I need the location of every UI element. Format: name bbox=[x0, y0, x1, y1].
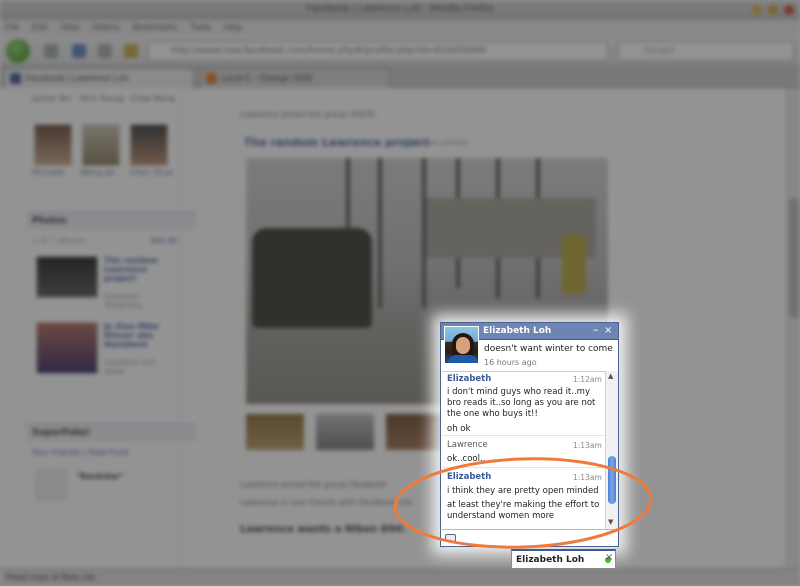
avatar-shirt bbox=[448, 355, 478, 363]
status-timestamp: 16 hours ago bbox=[484, 358, 537, 367]
message-line: understand women more bbox=[447, 511, 555, 521]
chat-message-list[interactable]: Elizabeth 1:12am i don't mind guys who r… bbox=[442, 371, 605, 529]
message-group: Elizabeth 1:13am i think they are pretty… bbox=[442, 470, 605, 529]
message-line: ok..cool.. bbox=[447, 454, 486, 464]
close-chat-button[interactable]: × bbox=[604, 325, 612, 337]
scroll-down-icon[interactable]: ▼ bbox=[608, 518, 613, 526]
message-time: 1:13am bbox=[573, 441, 602, 450]
message-line: bro reads it..so long as you are not bbox=[447, 398, 596, 408]
chat-contact-name[interactable]: Elizabeth Loh bbox=[483, 326, 551, 336]
message-time: 1:12am bbox=[573, 375, 602, 384]
screenshot: Facebook | Lawrence Loh - Mozilla Firefo… bbox=[0, 0, 800, 586]
avatar-face bbox=[456, 337, 470, 354]
message-line: oh ok bbox=[447, 424, 471, 434]
chat-bubble-icon bbox=[445, 534, 456, 542]
chat-tab-label: Elizabeth Loh bbox=[516, 555, 585, 565]
message-line: the one who buys it!! bbox=[447, 409, 538, 419]
message-sender: Lawrence bbox=[447, 440, 488, 450]
dim-overlay bbox=[0, 0, 800, 586]
message-group: Lawrence 1:13am ok..cool.. bbox=[442, 438, 605, 468]
contact-status: doesn't want winter to come.. bbox=[484, 344, 614, 354]
close-chat-tab-button[interactable]: × bbox=[605, 552, 613, 563]
message-sender: Elizabeth bbox=[447, 472, 492, 482]
scroll-up-icon[interactable]: ▲ bbox=[608, 372, 613, 380]
chat-tab[interactable]: Elizabeth Loh bbox=[511, 549, 616, 569]
chat-input[interactable] bbox=[442, 529, 617, 546]
minimize-chat-button[interactable]: – bbox=[593, 324, 599, 336]
message-time: 1:13am bbox=[573, 473, 602, 482]
message-line: i think they are pretty open minded bbox=[447, 486, 599, 496]
message-group: Elizabeth 1:12am i don't mind guys who r… bbox=[442, 372, 605, 436]
contact-avatar[interactable] bbox=[444, 326, 479, 364]
message-line: at least they're making the effort to bbox=[447, 500, 600, 510]
chat-scrollbar-thumb[interactable] bbox=[608, 456, 616, 504]
message-line: i don't mind guys who read it..my bbox=[447, 387, 590, 397]
chat-scrollbar[interactable]: ▲ ▼ bbox=[605, 371, 618, 529]
message-sender: Elizabeth bbox=[447, 374, 492, 384]
chat-window: Elizabeth Loh – × doesn't want winter to… bbox=[440, 322, 619, 547]
